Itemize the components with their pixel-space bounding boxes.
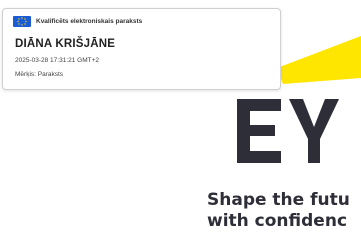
ey-logo	[237, 99, 339, 163]
tagline-line-2: with confidenc	[207, 211, 348, 231]
ey-tagline: Shape the futu with confidenc	[207, 190, 350, 232]
signature-card[interactable]: Kvalificēts elektroniskais paraksts DIĀN…	[2, 8, 281, 90]
document-page: Shape the futu with confidenc Kvalificēt…	[0, 0, 361, 240]
signature-datetime: 2025-03-28 17:31:21 GMT+2	[15, 57, 100, 64]
signature-purpose: Mērķis: Paraksts	[15, 71, 64, 78]
eu-flag-icon	[13, 15, 31, 27]
tagline-line-1: Shape the futu	[207, 190, 350, 210]
signature-header: Kvalificēts elektroniskais paraksts	[13, 15, 142, 27]
signature-badge-label: Kvalificēts elektroniskais paraksts	[36, 17, 143, 25]
signer-name: DIĀNA KRIŠJĀNE	[15, 38, 116, 50]
